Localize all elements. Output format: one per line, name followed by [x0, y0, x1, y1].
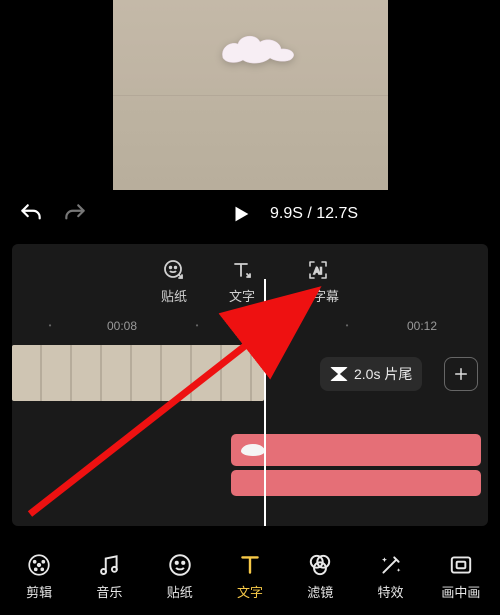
tab-music-label: 音乐	[96, 582, 122, 601]
tab-pip[interactable]: 画中画	[430, 552, 492, 601]
undo-button[interactable]	[18, 201, 44, 227]
playback-time: 9.9S / 12.7S	[270, 205, 358, 223]
subtool-text-label: 文字	[229, 286, 255, 305]
subtool-sticker[interactable]: 贴纸	[161, 258, 187, 305]
svg-text:AI: AI	[314, 266, 323, 276]
ending-clip[interactable]: 2.0s 片尾	[320, 357, 422, 391]
tab-filter[interactable]: 滤镜	[289, 552, 351, 601]
tab-text-label: 文字	[237, 582, 263, 601]
subtool-ai-caption-label: AI 字幕	[297, 286, 339, 305]
audio-clip[interactable]	[231, 434, 481, 466]
subtool-sticker-label: 贴纸	[161, 286, 187, 305]
tab-filter-label: 滤镜	[307, 582, 333, 601]
text-subtools: 贴纸 文字 AI AI 字幕	[12, 258, 488, 305]
subtool-ai-caption[interactable]: AI AI 字幕	[297, 258, 339, 305]
tab-text[interactable]: 文字	[219, 552, 281, 601]
preview-cloud-shape	[218, 30, 303, 70]
tab-effect[interactable]: 特效	[360, 552, 422, 601]
ruler-tick: 00:08	[107, 319, 137, 333]
tab-sticker-label: 贴纸	[167, 582, 193, 601]
tab-sticker[interactable]: 贴纸	[149, 552, 211, 601]
tab-edit[interactable]: 剪辑	[8, 552, 70, 601]
tab-edit-label: 剪辑	[26, 582, 52, 601]
ruler-tick: 00:12	[407, 319, 437, 333]
playhead[interactable]	[264, 279, 266, 526]
tab-pip-label: 画中画	[441, 582, 480, 601]
video-clip[interactable]	[12, 345, 264, 401]
timeline-editor: 贴纸 文字 AI AI 字幕 • 00:08 • 00:10 • 00:12 2…	[12, 244, 488, 526]
ruler-tick: 00:10	[257, 319, 287, 333]
playback-controls: 9.9S / 12.7S	[0, 190, 500, 238]
play-button[interactable]	[230, 203, 252, 225]
subtool-text[interactable]: 文字	[229, 258, 255, 305]
tab-effect-label: 特效	[378, 582, 404, 601]
video-track[interactable]: 2.0s 片尾	[12, 337, 488, 412]
audio-clip-2[interactable]	[231, 470, 481, 496]
bottom-tab-bar: 剪辑 音乐 贴纸 文字 滤镜 特效 画中画	[0, 539, 500, 615]
video-preview[interactable]	[113, 0, 388, 190]
tab-music[interactable]: 音乐	[78, 552, 140, 601]
audio-thumbnail	[241, 444, 265, 456]
redo-button[interactable]	[62, 201, 88, 227]
timeline-ruler[interactable]: • 00:08 • 00:10 • 00:12	[12, 319, 488, 337]
add-clip-button[interactable]	[444, 357, 478, 391]
ending-clip-label: 2.0s 片尾	[354, 364, 412, 384]
transition-icon	[330, 367, 348, 381]
